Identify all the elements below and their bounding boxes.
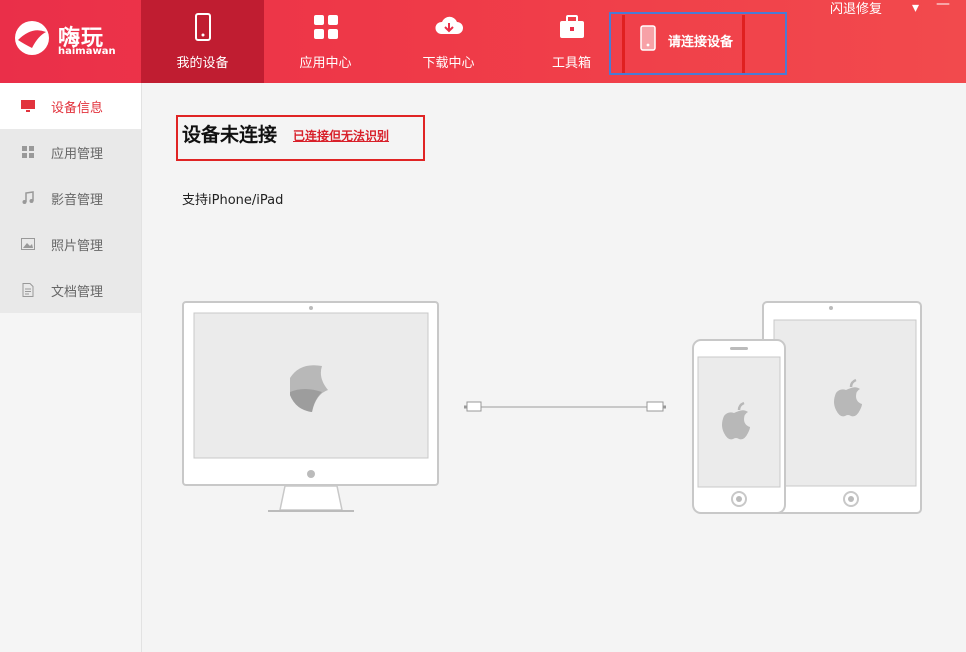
connection-illustration — [182, 301, 922, 514]
iphone-icon — [692, 339, 786, 514]
usb-cable-icon — [464, 401, 666, 412]
computer-monitor-icon — [182, 301, 439, 512]
ipad-icon — [762, 301, 922, 514]
